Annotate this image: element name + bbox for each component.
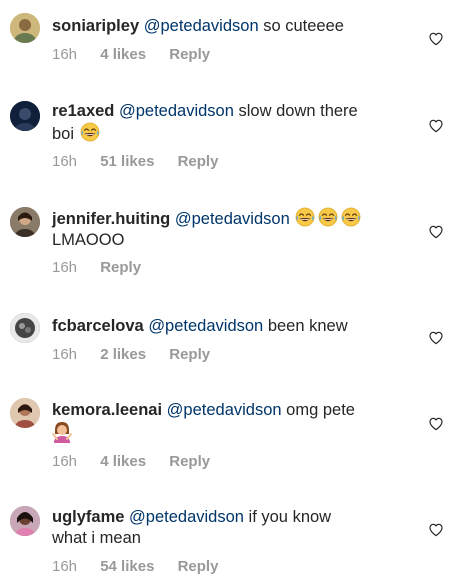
comment-body-line2: LMAOOO xyxy=(52,231,125,249)
comment-likes[interactable]: 2 likes xyxy=(100,346,146,363)
comment-username[interactable]: fcbarcelova xyxy=(52,317,144,335)
comment-text: fcbarcelova @petedavidson been knew xyxy=(52,316,404,337)
comment-meta: 16h 2 likes Reply xyxy=(52,346,229,363)
comment-likes[interactable]: 4 likes xyxy=(100,453,146,470)
comment-meta: 16h 51 likes Reply xyxy=(52,153,237,170)
comment-likes[interactable]: 54 likes xyxy=(100,558,154,575)
avatar-photo-icon xyxy=(10,13,40,43)
comment-mention[interactable]: @petedavidson xyxy=(119,102,234,120)
comment-item: kemora.leenai @petedavidson omg pete 16h… xyxy=(0,390,459,486)
comment-item: re1axed @petedavidson slow down there bo… xyxy=(0,90,459,186)
comment-body-line2: boi xyxy=(52,125,75,143)
comment-item: jennifer.huiting @petedavidson LMAOOO 16… xyxy=(0,196,459,292)
comment-time: 16h xyxy=(52,453,78,470)
face-with-tears-of-joy-emoji xyxy=(295,207,315,227)
reply-button[interactable]: Reply xyxy=(169,346,210,363)
comment-mention[interactable]: @petedavidson xyxy=(167,401,282,419)
reply-button[interactable]: Reply xyxy=(178,153,219,170)
comment-likes[interactable]: 4 likes xyxy=(100,46,146,63)
comment-text: soniaripley @petedavidson so cuteeee xyxy=(52,16,404,37)
comment-username[interactable]: kemora.leenai xyxy=(52,401,162,419)
comment-likes[interactable]: 51 likes xyxy=(100,153,154,170)
comment-mention[interactable]: @petedavidson xyxy=(144,17,259,35)
comment-mention[interactable]: @petedavidson xyxy=(129,508,244,526)
comment-username[interactable]: re1axed xyxy=(52,102,114,120)
comment-time: 16h xyxy=(52,558,78,575)
heart-outline-icon[interactable] xyxy=(428,416,444,432)
reply-button[interactable]: Reply xyxy=(169,46,210,63)
heart-outline-icon[interactable] xyxy=(428,224,444,240)
avatar-photo-icon xyxy=(10,313,40,343)
comment-body: been knew xyxy=(267,317,348,335)
comment-text: kemora.leenai @petedavidson omg pete xyxy=(52,400,404,446)
comment-meta: 16h 4 likes Reply xyxy=(52,453,229,470)
comment-time: 16h xyxy=(52,153,78,170)
avatar-photo-icon xyxy=(10,506,40,536)
comment-body-line2: what i mean xyxy=(52,529,141,547)
avatar[interactable] xyxy=(10,506,40,536)
comment-body: so cuteeee xyxy=(263,17,344,35)
avatar[interactable] xyxy=(10,13,40,43)
comment-time: 16h xyxy=(52,259,78,276)
comment-username[interactable]: uglyfame xyxy=(52,508,124,526)
comment-username[interactable]: jennifer.huiting xyxy=(52,210,170,228)
comment-username[interactable]: soniaripley xyxy=(52,17,139,35)
comment-item: soniaripley @petedavidson so cuteeee 16h… xyxy=(0,0,459,80)
heart-outline-icon[interactable] xyxy=(428,31,444,47)
avatar[interactable] xyxy=(10,207,40,237)
woman-gesturing-emoji xyxy=(52,422,72,443)
comment-item: uglyfame @petedavidson if you know what … xyxy=(0,496,459,588)
reply-button[interactable]: Reply xyxy=(169,453,210,470)
avatar-photo-icon xyxy=(10,398,40,428)
face-with-tears-of-joy-emoji xyxy=(318,207,338,227)
reply-button[interactable]: Reply xyxy=(178,558,219,575)
comment-meta: 16h 4 likes Reply xyxy=(52,46,229,63)
comment-mention[interactable]: @petedavidson xyxy=(148,317,263,335)
comment-meta: 16h 54 likes Reply xyxy=(52,558,237,575)
comment-body: if you know xyxy=(248,508,332,526)
avatar[interactable] xyxy=(10,313,40,343)
heart-outline-icon[interactable] xyxy=(428,522,444,538)
heart-outline-icon[interactable] xyxy=(428,118,444,134)
comment-time: 16h xyxy=(52,46,78,63)
avatar-photo-icon xyxy=(10,101,40,131)
avatar[interactable] xyxy=(10,398,40,428)
comment-mention[interactable]: @petedavidson xyxy=(175,210,290,228)
comment-meta: 16h Reply xyxy=(52,259,160,276)
comment-text: re1axed @petedavidson slow down there bo… xyxy=(52,101,404,145)
comment-item: fcbarcelova @petedavidson been knew 16h … xyxy=(0,302,459,382)
face-with-tears-of-joy-emoji xyxy=(80,122,100,142)
reply-button[interactable]: Reply xyxy=(100,259,141,276)
heart-outline-icon[interactable] xyxy=(428,330,444,346)
comment-body: slow down there xyxy=(238,102,358,120)
avatar-photo-icon xyxy=(10,207,40,237)
comment-body: omg pete xyxy=(286,401,355,419)
avatar[interactable] xyxy=(10,101,40,131)
comment-text: jennifer.huiting @petedavidson LMAOOO xyxy=(52,207,404,251)
comment-time: 16h xyxy=(52,346,78,363)
comment-text: uglyfame @petedavidson if you know what … xyxy=(52,507,404,549)
face-with-tears-of-joy-emoji xyxy=(341,207,361,227)
